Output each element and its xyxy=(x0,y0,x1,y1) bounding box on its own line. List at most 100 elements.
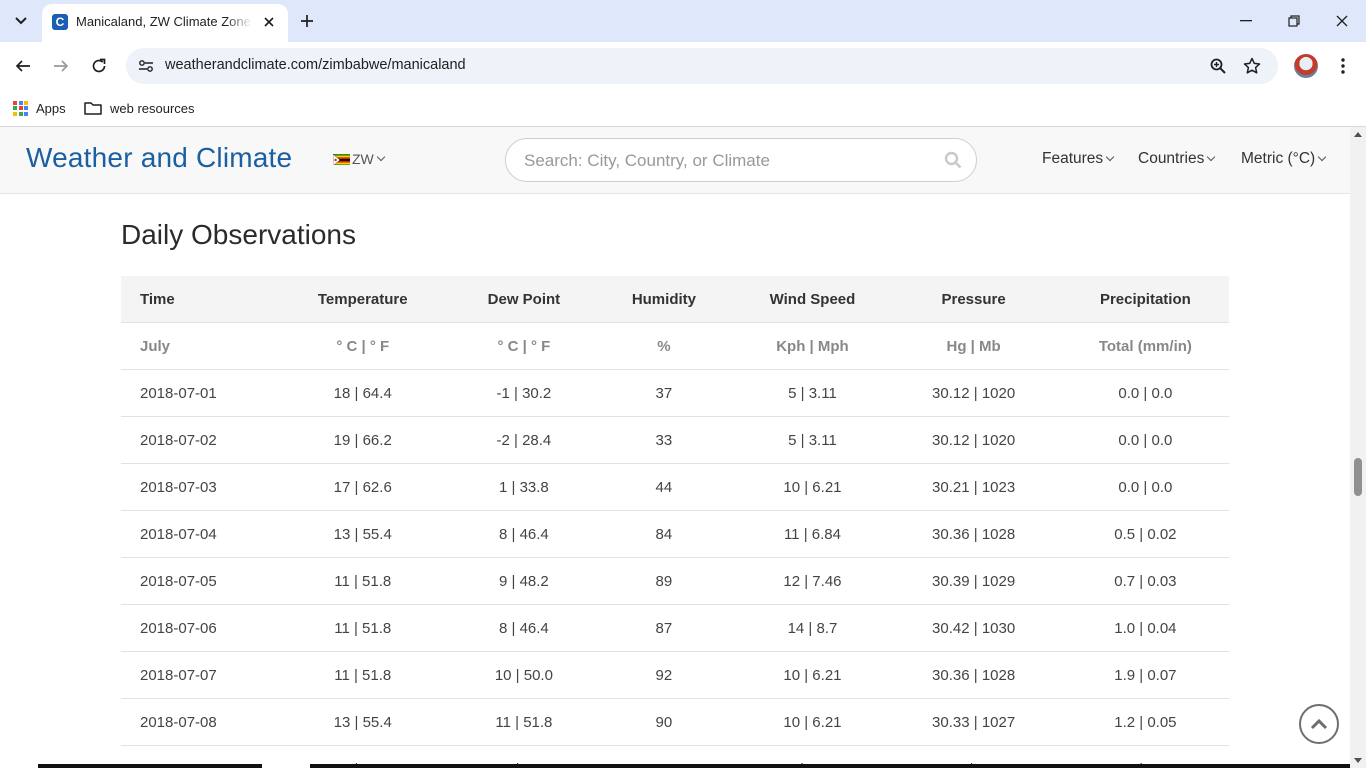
table-cell: -1 | 30.2 xyxy=(459,369,589,417)
site-favicon-icon: C xyxy=(52,14,68,30)
country-selector[interactable]: ZW xyxy=(333,151,386,167)
zoom-button[interactable] xyxy=(1208,56,1228,76)
site-logo[interactable]: Weather and Climate xyxy=(26,142,292,174)
back-to-top-button[interactable] xyxy=(1299,704,1339,744)
bookmark-star-button[interactable] xyxy=(1242,56,1262,76)
nav-label: Metric (°C) xyxy=(1241,150,1316,167)
browser-window: C Manicaland, ZW Climate Zone, Monthly W… xyxy=(0,0,1366,768)
minimize-icon xyxy=(1240,20,1252,22)
table-cell: 1.0 | 0.04 xyxy=(1061,604,1229,652)
table-cell: 11 | 51.8 xyxy=(459,698,589,746)
table-row: 2018-07-01 18 | 64.4 -1 | 30.2 37 5 | 3.… xyxy=(121,369,1229,417)
tab-active[interactable]: C Manicaland, ZW Climate Zone, Monthly W… xyxy=(42,4,288,42)
table-cell: 13 | 55.4 xyxy=(266,510,460,558)
star-icon xyxy=(1243,57,1261,74)
search-input[interactable] xyxy=(522,149,926,173)
table-cell: 30.12 | 1020 xyxy=(885,369,1062,417)
table-cell: 44 xyxy=(588,463,740,511)
section-title: Daily Observations xyxy=(121,219,356,250)
unit-header: % xyxy=(588,322,740,370)
chevron-down-icon xyxy=(15,17,27,25)
table-cell: 2018-07-03 xyxy=(121,463,267,511)
forward-button[interactable] xyxy=(47,52,75,80)
bookmark-apps[interactable]: Apps xyxy=(13,96,66,120)
new-tab-button[interactable] xyxy=(296,10,318,32)
browser-toolbar: weatherandclimate.com/zimbabwe/manicalan… xyxy=(0,42,1366,90)
observations-table: Time Temperature Dew Point Humidity Wind… xyxy=(121,276,1229,768)
table-cell: 12 | 7.46 xyxy=(739,557,886,605)
table-cell: 1.2 | 0.05 xyxy=(1061,698,1229,746)
scrollbar-thumb[interactable] xyxy=(1354,458,1362,496)
bookmark-web-resources[interactable]: web resources xyxy=(84,96,195,120)
unit-header: Kph | Mph xyxy=(739,322,886,370)
table-cell: 0.0 | 0.0 xyxy=(1061,463,1229,511)
table-cell: 2018-07-08 xyxy=(121,698,267,746)
table-cell: 90 xyxy=(588,698,740,746)
table-units-row: July ° C | ° F ° C | ° F % Kph | Mph Hg … xyxy=(121,322,1229,370)
table-cell: 0.0 | 0.0 xyxy=(1061,369,1229,417)
table-cell: 10 | 50.0 xyxy=(459,651,589,699)
unit-header: Hg | Mb xyxy=(885,322,1062,370)
table-cell: 14 | 8.7 xyxy=(739,604,886,652)
url-text: weatherandclimate.com/zimbabwe/manicalan… xyxy=(165,57,466,73)
tab-strip: C Manicaland, ZW Climate Zone, Monthly W… xyxy=(0,0,1366,42)
scroll-down-arrow-icon[interactable] xyxy=(1354,758,1362,763)
table-cell: 8 | 46.4 xyxy=(459,604,589,652)
table-row: 2018-07-08 13 | 55.4 11 | 51.8 90 10 | 6… xyxy=(121,698,1229,746)
column-header: Temperature xyxy=(266,276,460,323)
column-header: Precipitation xyxy=(1061,276,1229,323)
address-bar[interactable]: weatherandclimate.com/zimbabwe/manicalan… xyxy=(126,48,1278,84)
table-cell: 87 xyxy=(588,604,740,652)
tune-icon xyxy=(139,60,153,72)
site-search xyxy=(505,138,977,182)
tab-search-button[interactable] xyxy=(7,7,35,35)
table-cell: 5 | 3.11 xyxy=(739,416,886,464)
unit-header: Total (mm/in) xyxy=(1061,322,1229,370)
page-scrollbar[interactable] xyxy=(1350,127,1366,768)
table-cell: 0.5 | 0.02 xyxy=(1061,510,1229,558)
table-cell: 30.33 | 1027 xyxy=(885,698,1062,746)
table-cell: 30.36 | 1028 xyxy=(885,510,1062,558)
back-button[interactable] xyxy=(9,52,37,80)
scroll-up-arrow-icon[interactable] xyxy=(1354,132,1362,137)
table-cell: 2018-07-05 xyxy=(121,557,267,605)
site-info-button[interactable] xyxy=(134,54,158,78)
column-header: Dew Point xyxy=(459,276,589,323)
table-row: 2018-07-06 11 | 51.8 8 | 46.4 87 14 | 8.… xyxy=(121,604,1229,652)
table-cell: 89 xyxy=(588,557,740,605)
arrow-right-icon xyxy=(54,60,69,72)
table-cell: 30.42 | 1030 xyxy=(885,604,1062,652)
table-cell: 30.21 | 1023 xyxy=(885,463,1062,511)
table-cell: 18 | 64.4 xyxy=(266,369,460,417)
table-cell: 2018-07-07 xyxy=(121,651,267,699)
reload-button[interactable] xyxy=(85,52,113,80)
profile-avatar[interactable] xyxy=(1294,54,1318,78)
table-cell: 9 | 48.2 xyxy=(459,557,589,605)
minimize-button[interactable] xyxy=(1222,0,1270,42)
chevron-down-icon xyxy=(376,152,386,162)
table-cell: 0.0 | 0.0 xyxy=(1061,416,1229,464)
window-controls xyxy=(1222,0,1366,42)
table-cell: 11 | 6.84 xyxy=(739,510,886,558)
table-cell: 10 | 6.21 xyxy=(739,651,886,699)
folder-icon xyxy=(84,102,102,115)
table-cell: -2 | 28.4 xyxy=(459,416,589,464)
close-window-button[interactable] xyxy=(1318,0,1366,42)
nav-countries[interactable]: Countries xyxy=(1138,150,1216,168)
table-cell: 37 xyxy=(588,369,740,417)
table-row: 2018-07-05 11 | 51.8 9 | 48.2 89 12 | 7.… xyxy=(121,557,1229,605)
table-cell: 1 | 33.8 xyxy=(459,463,589,511)
search-icon[interactable] xyxy=(944,151,962,169)
table-cell: 2018-07-01 xyxy=(121,369,267,417)
country-code: ZW xyxy=(352,151,374,167)
restore-button[interactable] xyxy=(1270,0,1318,42)
bookmark-label: web resources xyxy=(110,100,195,116)
nav-units[interactable]: Metric (°C) xyxy=(1241,150,1327,168)
browser-menu-button[interactable] xyxy=(1333,52,1353,80)
column-header: Time xyxy=(121,276,267,323)
chevron-down-icon xyxy=(1207,152,1216,162)
table-cell: 19 | 66.2 xyxy=(266,416,460,464)
nav-features[interactable]: Features xyxy=(1042,150,1115,168)
tab-close-button[interactable] xyxy=(260,13,278,31)
page-viewport: Weather and Climate ZW Search: City, Cou… xyxy=(0,127,1350,768)
